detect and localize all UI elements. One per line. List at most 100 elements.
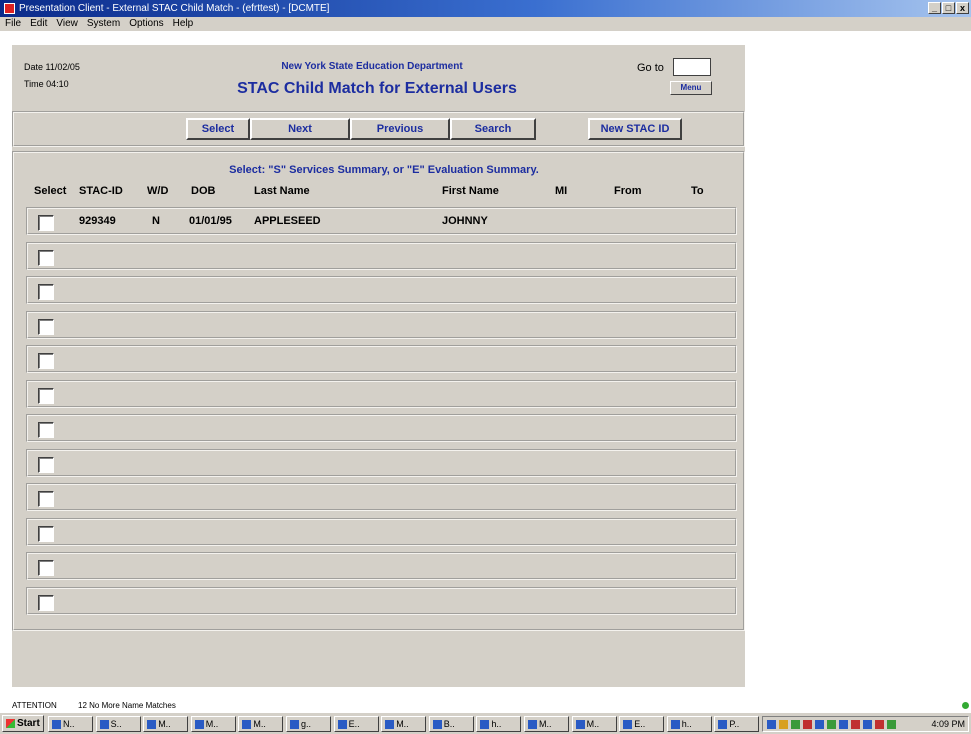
status-message: 12 No More Name Matches: [78, 701, 176, 710]
select-checkbox[interactable]: [38, 594, 54, 611]
tray-icon[interactable]: [779, 720, 788, 729]
menu-help[interactable]: Help: [173, 17, 194, 31]
minimize-button[interactable]: _: [928, 2, 941, 14]
select-checkbox[interactable]: [38, 318, 54, 335]
taskbar-task-button[interactable]: P..: [714, 716, 760, 732]
menu-system[interactable]: System: [87, 17, 120, 31]
tray-icon[interactable]: [827, 720, 836, 729]
app-icon: [670, 720, 680, 730]
table-row[interactable]: 929349 N 01/01/95 APPLESEED JOHNNY: [26, 207, 737, 235]
table-row[interactable]: [26, 414, 737, 442]
goto-input[interactable]: [673, 58, 711, 76]
table-row[interactable]: [26, 345, 737, 373]
table-row[interactable]: [26, 276, 737, 304]
app-icon: [718, 720, 728, 730]
next-button[interactable]: Next: [250, 118, 350, 140]
select-checkbox[interactable]: [38, 560, 54, 576]
select-checkbox[interactable]: [38, 422, 54, 438]
tray-icons: [767, 720, 896, 729]
table-row[interactable]: [26, 586, 737, 615]
select-checkbox[interactable]: [38, 456, 54, 473]
taskbar-task-label: M..: [586, 719, 600, 729]
tray-icon[interactable]: [803, 720, 812, 729]
col-header-stac-id: STAC-ID: [79, 185, 123, 197]
table-row[interactable]: [26, 483, 737, 511]
taskbar-task-button[interactable]: M..: [571, 716, 617, 732]
table-row[interactable]: [26, 310, 737, 339]
cell-first-name: JOHNNY: [442, 215, 488, 227]
maximize-button[interactable]: □: [942, 2, 955, 14]
taskbar-task-label: E..: [348, 719, 360, 729]
new-stac-id-button[interactable]: New STAC ID: [588, 118, 682, 140]
taskbar-task-button[interactable]: M..: [143, 716, 189, 732]
select-button[interactable]: Select: [186, 118, 250, 140]
taskbar-task-button[interactable]: N..: [48, 716, 93, 732]
select-checkbox[interactable]: [38, 525, 54, 542]
button-bar: Select Next Previous Search New STAC ID: [12, 111, 745, 147]
table-row[interactable]: [26, 517, 737, 546]
close-button[interactable]: x: [956, 2, 969, 14]
col-header-mi: MI: [555, 185, 568, 197]
select-checkbox[interactable]: [38, 387, 54, 404]
col-header-dob: DOB: [191, 185, 216, 197]
taskbar-task-label: M..: [539, 719, 552, 729]
taskbar-task-button[interactable]: h..: [666, 716, 712, 732]
table-row[interactable]: [26, 448, 737, 477]
table-row[interactable]: [26, 552, 737, 580]
app-icon: [99, 720, 109, 730]
tray-icon[interactable]: [791, 720, 800, 729]
taskbar-task-button[interactable]: M..: [381, 716, 427, 732]
select-checkbox[interactable]: [38, 353, 54, 369]
window-controls: _ □ x: [928, 2, 969, 14]
tray-icon[interactable]: [875, 720, 884, 729]
menu-button[interactable]: Menu: [670, 81, 712, 95]
col-header-last-name: Last Name: [254, 185, 310, 197]
taskbar-task-button[interactable]: M..: [524, 716, 569, 732]
table-row[interactable]: [26, 241, 737, 270]
taskbar-task-button[interactable]: S..: [95, 716, 141, 732]
taskbar-clock: 4:09 PM: [931, 719, 965, 729]
previous-button[interactable]: Previous: [350, 118, 450, 140]
taskbar-task-button[interactable]: M..: [238, 716, 284, 732]
system-tray: 4:09 PM: [762, 716, 969, 732]
taskbar-task-button[interactable]: B..: [428, 716, 474, 732]
window-title: Presentation Client - External STAC Chil…: [19, 3, 330, 14]
tray-icon[interactable]: [887, 720, 896, 729]
menu-options[interactable]: Options: [129, 17, 163, 31]
tray-icon[interactable]: [851, 720, 860, 729]
taskbar-task-button[interactable]: h..: [476, 716, 522, 732]
start-button[interactable]: Start: [2, 715, 44, 732]
tray-icon[interactable]: [767, 720, 776, 729]
tray-icon[interactable]: [839, 720, 848, 729]
menu-bar: File Edit View System Options Help: [0, 17, 971, 31]
app-icon: [52, 720, 61, 730]
taskbar-task-button[interactable]: E..: [333, 716, 379, 732]
select-checkbox[interactable]: [38, 249, 54, 266]
taskbar-task-label: M..: [396, 719, 409, 729]
cell-dob: 01/01/95: [189, 215, 232, 227]
menu-view[interactable]: View: [56, 17, 78, 31]
app-icon: [480, 720, 490, 730]
taskbar-task-button[interactable]: M..: [190, 716, 236, 732]
select-checkbox[interactable]: [38, 215, 54, 231]
taskbar-task-button[interactable]: E..: [619, 716, 665, 732]
tray-icon[interactable]: [815, 720, 824, 729]
table-row[interactable]: [26, 379, 737, 408]
taskbar-task-label: M..: [205, 719, 219, 729]
app-icon: [194, 720, 204, 730]
window-title-bar[interactable]: Presentation Client - External STAC Chil…: [0, 0, 971, 17]
menu-file[interactable]: File: [5, 17, 21, 31]
select-checkbox[interactable]: [38, 491, 54, 507]
taskbar-task-button[interactable]: g..: [286, 716, 331, 732]
taskbar-task-label: P..: [729, 719, 740, 729]
search-button[interactable]: Search: [450, 118, 536, 140]
start-label: Start: [17, 718, 40, 729]
app-icon: [290, 720, 299, 730]
tray-icon[interactable]: [863, 720, 872, 729]
select-checkbox[interactable]: [38, 284, 54, 300]
menu-edit[interactable]: Edit: [30, 17, 47, 31]
app-icon: [4, 3, 15, 14]
col-header-select: Select: [34, 185, 67, 197]
taskbar-task-label: M..: [158, 719, 171, 729]
page-title: STAC Child Match for External Users: [237, 80, 517, 97]
